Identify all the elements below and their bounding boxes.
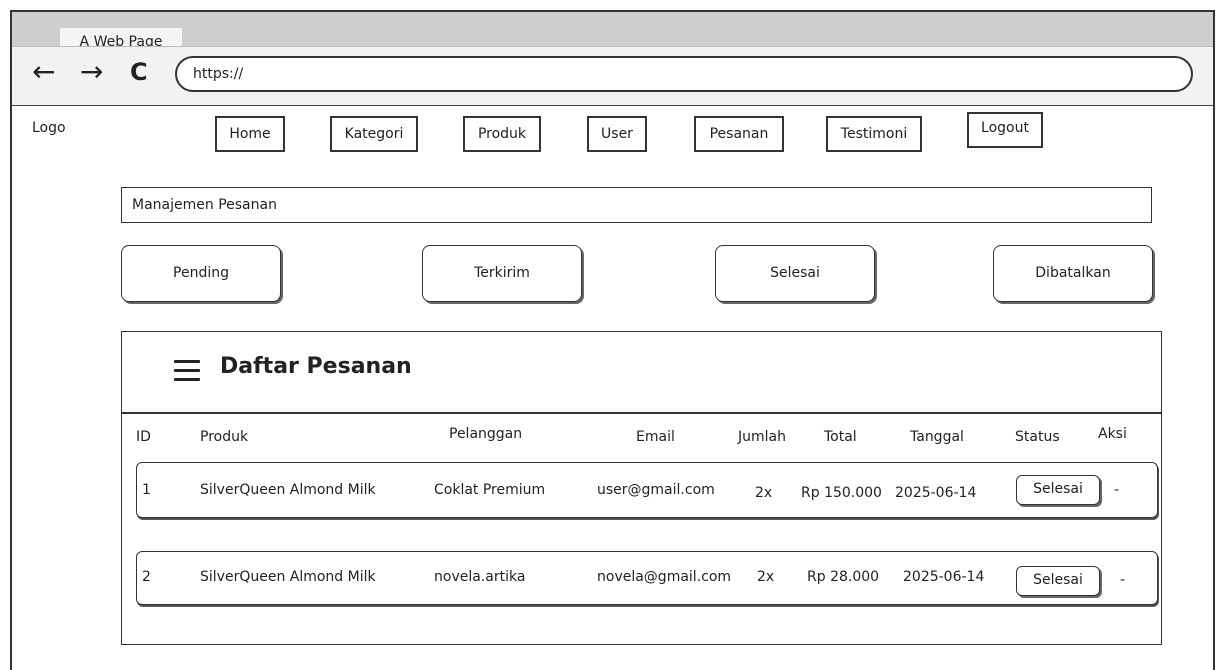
cell-aksi[interactable]: - <box>1114 482 1119 498</box>
column-header-email: Email <box>636 429 675 445</box>
cell-jumlah: 2x <box>755 485 773 501</box>
cell-email: novela@gmail.com <box>597 569 732 585</box>
logo: Logo <box>32 120 66 136</box>
cell-jumlah: 2x <box>757 569 775 585</box>
logout-button[interactable]: Logout <box>967 112 1043 148</box>
column-header-aksi: Aksi <box>1098 426 1127 442</box>
filter-terkirim-button[interactable]: Terkirim <box>422 245 582 302</box>
cell-produk: SilverQueen Almond Milk <box>200 482 376 498</box>
column-header-produk: Produk <box>200 429 249 445</box>
column-header-jumlah: Jumlah <box>738 429 786 445</box>
nav-kategori[interactable]: Kategori <box>330 116 418 152</box>
panel-title: Daftar Pesanan <box>220 354 412 379</box>
reload-icon[interactable]: C <box>130 52 148 92</box>
cell-total: Rp 150.000 <box>801 485 882 501</box>
cell-tanggal: 2025-06-14 <box>903 569 985 585</box>
cell-id: 2 <box>142 569 151 585</box>
cell-pelanggan: novela.artika <box>434 569 526 585</box>
hamburger-menu-icon[interactable] <box>174 360 200 382</box>
column-header-tanggal: Tanggal <box>910 429 964 445</box>
url-bar[interactable]: https:// <box>175 56 1193 92</box>
status-selesai-button[interactable]: Selesai <box>1016 566 1100 596</box>
nav-testimoni[interactable]: Testimoni <box>826 116 922 152</box>
forward-arrow-icon[interactable]: → <box>80 52 103 92</box>
cell-tanggal: 2025-06-14 <box>895 485 977 501</box>
column-header-id: ID <box>136 429 151 445</box>
filter-dibatalkan-button[interactable]: Dibatalkan <box>993 245 1153 302</box>
panel-header: Daftar Pesanan <box>122 332 1161 414</box>
nav-produk[interactable]: Produk <box>463 116 541 152</box>
back-arrow-icon[interactable]: ← <box>32 52 55 92</box>
section-title: Manajemen Pesanan <box>121 187 1152 223</box>
filter-pending-button[interactable]: Pending <box>121 245 281 302</box>
table-row: 1 SilverQueen Almond Milk Coklat Premium… <box>136 462 1158 518</box>
column-header-total: Total <box>824 429 857 445</box>
nav-home[interactable]: Home <box>215 116 285 152</box>
column-header-pelanggan: Pelanggan <box>449 426 523 442</box>
cell-id: 1 <box>142 482 151 498</box>
cell-email: user@gmail.com <box>597 482 715 498</box>
cell-aksi[interactable]: - <box>1120 572 1125 588</box>
table-row: 2 SilverQueen Almond Milk novela.artika … <box>136 551 1158 605</box>
cell-total: Rp 28.000 <box>807 569 880 585</box>
cell-produk: SilverQueen Almond Milk <box>200 569 376 585</box>
filter-selesai-button[interactable]: Selesai <box>715 245 875 302</box>
status-selesai-button[interactable]: Selesai <box>1016 475 1100 505</box>
nav-pesanan[interactable]: Pesanan <box>694 116 784 152</box>
column-header-status: Status <box>1015 429 1060 445</box>
orders-panel: Daftar Pesanan ID Produk Pelanggan Email… <box>121 331 1162 645</box>
nav-user[interactable]: User <box>587 116 647 152</box>
cell-pelanggan: Coklat Premium <box>434 482 546 498</box>
